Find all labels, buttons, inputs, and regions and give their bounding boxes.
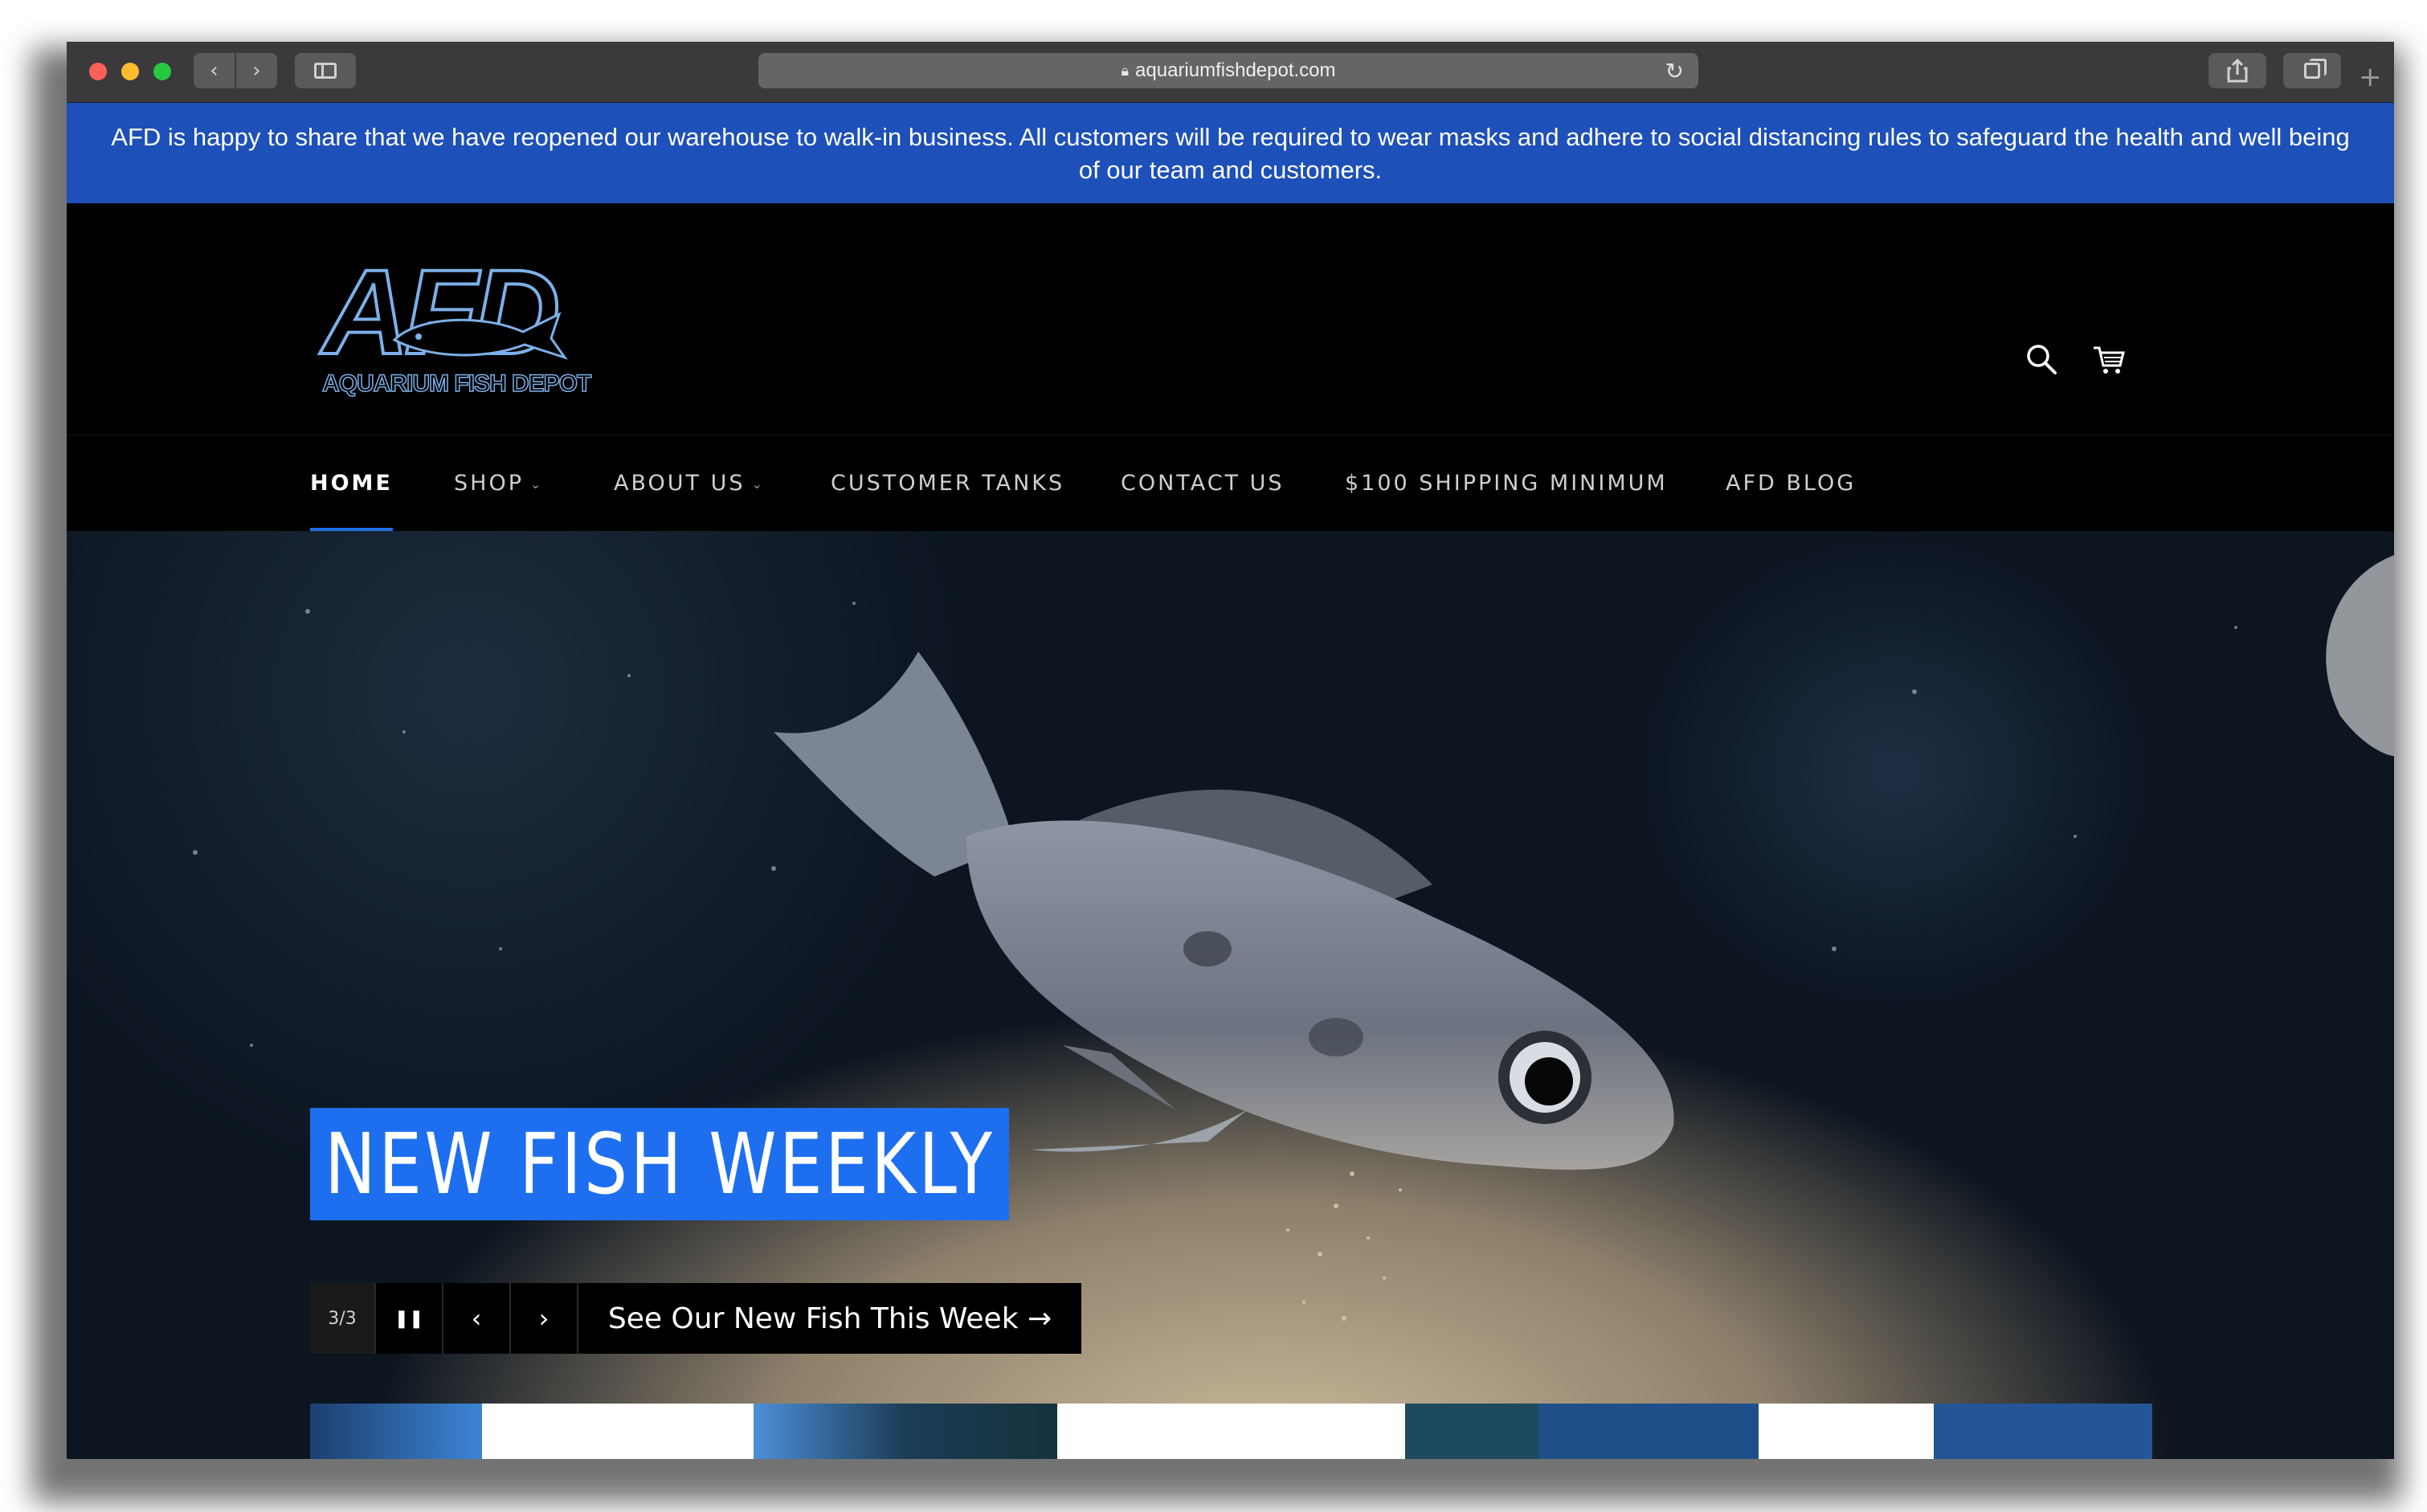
nav-contact-us-label: CONTACT US	[1121, 471, 1285, 496]
hero-headline: NEW FISH WEEKLY	[310, 1108, 1010, 1220]
slideshow-controls: 3/3 ❚❚ ‹ › See Our New Fish This Week →	[310, 1283, 1081, 1354]
address-bar[interactable]: 🔒︎ aquariumfishdepot.com ↻	[758, 53, 1698, 88]
collection-thumbnail[interactable]	[1538, 1404, 1759, 1459]
nav-home-label: HOME	[310, 471, 393, 496]
collection-thumbnail[interactable]	[1759, 1404, 1934, 1459]
collection-thumbnail[interactable]	[1057, 1404, 1405, 1459]
announcement-text: AFD is happy to share that we have reope…	[111, 122, 2350, 184]
browser-window: ‹ › 🔒︎ aquariumfishdepot.com ↻ + AFD is …	[67, 42, 2394, 1459]
tab-overview-button[interactable]	[2283, 53, 2341, 88]
afd-logo[interactable]: AFD AQUARIUM FISH DEPOT	[321, 250, 627, 398]
main-nav: HOME SHOP ⌄ ABOUT US ⌄ CUSTOMER TANKS CONT…	[67, 435, 2394, 532]
minimize-window-button[interactable]	[121, 63, 139, 80]
back-button[interactable]: ‹	[194, 53, 235, 88]
nav-afd-blog[interactable]: AFD BLOG	[1726, 435, 1856, 532]
announcement-bar: AFD is happy to share that we have reope…	[67, 103, 2394, 203]
chevron-down-icon: ⌄	[751, 476, 765, 492]
forward-button[interactable]: ›	[236, 53, 277, 88]
search-icon[interactable]	[2024, 341, 2059, 377]
sidebar-button[interactable]	[295, 53, 356, 88]
nav-customer-tanks-label: CUSTOMER TANKS	[831, 471, 1065, 496]
share-button[interactable]	[2208, 53, 2266, 88]
collection-thumbnail[interactable]	[1934, 1404, 2152, 1459]
cta-label: See Our New Fish This Week →	[607, 1302, 1052, 1335]
see-new-fish-button[interactable]: See Our New Fish This Week →	[578, 1283, 1081, 1354]
browser-toolbar: ‹ › 🔒︎ aquariumfishdepot.com ↻ +	[67, 42, 2394, 103]
nav-about-us[interactable]: ABOUT US ⌄	[614, 435, 765, 532]
nav-customer-tanks[interactable]: CUSTOMER TANKS	[831, 435, 1064, 532]
url-text: aquariumfishdepot.com	[1135, 59, 1336, 81]
nav-shop[interactable]: SHOP ⌄	[454, 435, 543, 532]
share-icon	[2227, 59, 2248, 83]
pause-button[interactable]: ❚❚	[376, 1283, 443, 1354]
nav-shipping-minimum-label: $100 SHIPPING MINIMUM	[1345, 471, 1668, 496]
nav-home[interactable]: HOME	[310, 435, 393, 532]
collection-thumbnail[interactable]	[482, 1404, 754, 1459]
cart-icon[interactable]	[2091, 341, 2127, 377]
zoom-window-button[interactable]	[153, 63, 171, 80]
history-nav: ‹ ›	[194, 53, 277, 88]
logo-subtitle: AQUARIUM FISH DEPOT	[321, 370, 592, 398]
collection-thumbnail[interactable]	[310, 1404, 482, 1459]
chevron-left-icon: ‹	[210, 59, 219, 83]
reload-icon[interactable]: ↻	[1665, 58, 1684, 84]
featured-collection-thumbnails	[310, 1404, 2152, 1459]
nav-shop-label: SHOP	[454, 471, 524, 496]
pause-icon: ❚❚	[394, 1308, 424, 1329]
chevron-left-icon: ‹	[471, 1303, 482, 1334]
collection-thumbnail[interactable]	[754, 1404, 1057, 1459]
nav-afd-blog-label: AFD BLOG	[1726, 471, 1857, 496]
close-window-button[interactable]	[89, 63, 107, 80]
sidebar-icon	[314, 63, 337, 79]
fish-logo-icon	[392, 312, 568, 360]
nav-shipping-minimum[interactable]: $100 SHIPPING MINIMUM	[1345, 435, 1668, 532]
tabs-icon	[2304, 59, 2327, 79]
chevron-down-icon: ⌄	[529, 476, 544, 492]
slide-counter: 3/3	[310, 1283, 376, 1354]
new-tab-icon[interactable]: +	[2359, 61, 2382, 93]
site-header: AFD AQUARIUM FISH DEPOT	[67, 203, 2394, 435]
collection-thumbnail[interactable]	[1405, 1404, 1538, 1459]
lock-icon: 🔒︎	[1121, 62, 1130, 79]
nav-contact-us[interactable]: CONTACT US	[1121, 435, 1285, 532]
next-slide-button[interactable]: ›	[511, 1283, 578, 1354]
nav-about-us-label: ABOUT US	[614, 471, 746, 496]
chevron-right-icon: ›	[538, 1303, 550, 1334]
chevron-right-icon: ›	[252, 59, 261, 83]
previous-slide-button[interactable]: ‹	[443, 1283, 511, 1354]
hero-slideshow: NEW FISH WEEKLY 3/3 ❚❚ ‹ › See Our New F…	[67, 531, 2394, 1459]
